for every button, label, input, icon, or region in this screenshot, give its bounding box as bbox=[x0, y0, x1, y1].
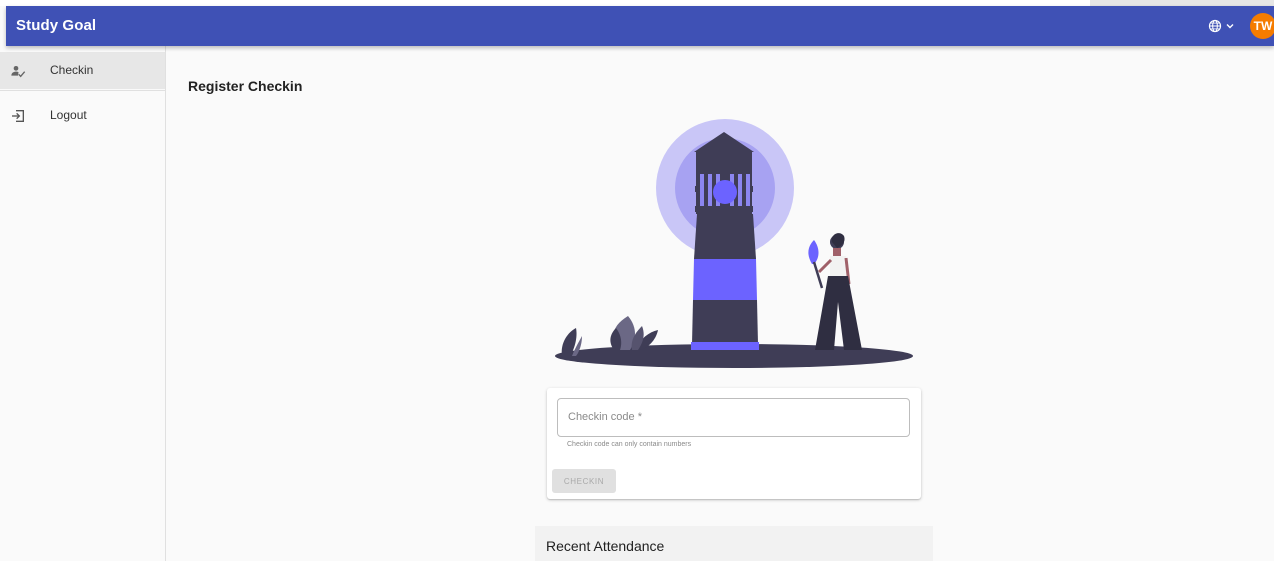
checkin-button[interactable]: CHECKIN bbox=[552, 469, 616, 493]
sidebar-divider bbox=[0, 90, 165, 91]
lighthouse-illustration bbox=[555, 119, 913, 368]
checkin-code-hint: Checkin code can only contain numbers bbox=[567, 441, 692, 448]
sidebar-item-label: Checkin bbox=[50, 63, 94, 77]
language-menu-button[interactable] bbox=[1204, 15, 1238, 37]
recent-attendance-panel: Recent Attendance bbox=[535, 526, 933, 561]
sidebar-item-checkin[interactable]: Checkin bbox=[0, 52, 165, 89]
sidebar-item-label: Logout bbox=[50, 108, 87, 122]
user-avatar[interactable]: TW bbox=[1250, 13, 1274, 39]
sidebar-item-logout[interactable]: Logout bbox=[0, 97, 165, 134]
checkin-form-card: Checkin code * Checkin code can only con… bbox=[547, 388, 921, 499]
chevron-down-icon bbox=[1226, 24, 1233, 29]
checkin-code-field[interactable]: Checkin code * bbox=[557, 398, 910, 437]
checkin-code-placeholder: Checkin code * bbox=[568, 411, 642, 423]
person-check-icon bbox=[11, 66, 26, 78]
page-title: Register Checkin bbox=[188, 78, 303, 94]
logout-icon bbox=[12, 110, 24, 122]
recent-attendance-title: Recent Attendance bbox=[546, 538, 665, 554]
globe-icon bbox=[1208, 19, 1221, 33]
app-bar: Study Goal TW bbox=[6, 6, 1274, 46]
sidebar: Checkin Logout bbox=[0, 46, 166, 561]
app-title: Study Goal bbox=[16, 17, 97, 34]
